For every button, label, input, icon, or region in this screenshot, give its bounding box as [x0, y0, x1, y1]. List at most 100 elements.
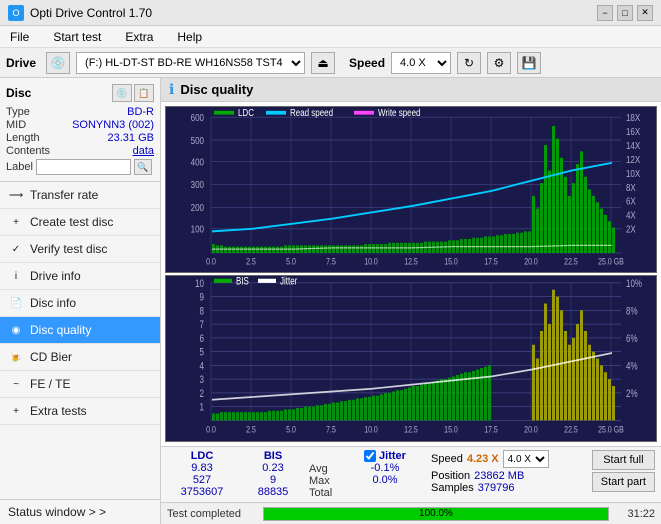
max-jitter: 0.0% [372, 474, 397, 486]
disc-section: Disc 💿 📋 Type BD-R MID SONYNN3 (002) Len… [0, 78, 160, 182]
disc-label-label: Label [6, 161, 33, 173]
svg-text:300: 300 [191, 179, 204, 190]
position-value: 23862 MB [474, 470, 524, 482]
svg-text:4: 4 [200, 360, 205, 373]
svg-text:400: 400 [191, 156, 204, 167]
svg-text:600: 600 [191, 112, 204, 123]
disc-info-icon: 📄 [8, 295, 24, 311]
speed-select[interactable]: 4.0 X [503, 450, 549, 468]
svg-text:12.5: 12.5 [404, 424, 418, 435]
svg-text:BIS: BIS [236, 276, 249, 288]
extra-tests-icon: + [8, 403, 24, 419]
total-ldc: 3753607 [181, 486, 224, 498]
disc-contents-value[interactable]: data [133, 145, 154, 157]
sidebar-item-create-test-disc[interactable]: + Create test disc [0, 209, 160, 236]
drive-info-icon: i [8, 268, 24, 284]
start-part-button[interactable]: Start part [592, 472, 655, 492]
disc-icon-btn-2[interactable]: 📋 [134, 84, 154, 102]
sidebar-item-label: Drive info [30, 269, 81, 283]
disc-mid-row: MID SONYNN3 (002) [6, 119, 154, 131]
svg-text:22.5: 22.5 [564, 424, 578, 435]
svg-text:LDC: LDC [238, 107, 254, 118]
svg-text:4X: 4X [626, 210, 636, 221]
speed-value: 4.23 X [467, 453, 499, 465]
avg-jitter: -0.1% [371, 462, 400, 474]
sidebar-item-drive-info[interactable]: i Drive info [0, 263, 160, 290]
sidebar-item-label: FE / TE [30, 377, 70, 391]
sidebar-item-transfer-rate[interactable]: ⟶ Transfer rate [0, 182, 160, 209]
eject-button[interactable]: ⏏ [311, 52, 335, 74]
disc-type-row: Type BD-R [6, 106, 154, 118]
disc-label-input[interactable] [36, 159, 131, 175]
sidebar-item-disc-info[interactable]: 📄 Disc info [0, 290, 160, 317]
disc-mid-label: MID [6, 119, 26, 131]
svg-text:15.0: 15.0 [444, 257, 458, 267]
title-bar-left: O Opti Drive Control 1.70 [8, 5, 152, 21]
disc-quality-icon: ◉ [8, 322, 24, 338]
disc-length-value: 23.31 GB [108, 132, 154, 144]
stats-row: LDC 9.83 527 3753607 BIS 0.23 9 88835 Av… [161, 446, 661, 502]
bis-header: BIS [264, 450, 282, 462]
sidebar-item-label: Extra tests [30, 404, 87, 418]
disc-type-label: Type [6, 106, 30, 118]
svg-text:5.0: 5.0 [286, 424, 296, 435]
maximize-button[interactable]: □ [617, 5, 633, 21]
refresh-button[interactable]: ↻ [457, 52, 481, 74]
sidebar-item-extra-tests[interactable]: + Extra tests [0, 398, 160, 425]
charts-area: 600 500 400 300 200 100 18X 16X 14X 12X … [161, 102, 661, 446]
sidebar-item-verify-test-disc[interactable]: ✓ Verify test disc [0, 236, 160, 263]
svg-text:7: 7 [200, 319, 204, 332]
svg-text:2: 2 [200, 388, 204, 401]
sidebar-item-label: Create test disc [30, 215, 113, 229]
time-text: 31:22 [615, 508, 655, 520]
position-label: Position [431, 470, 470, 482]
close-button[interactable]: ✕ [637, 5, 653, 21]
disc-contents-label: Contents [6, 145, 50, 157]
menu-file[interactable]: File [4, 28, 35, 46]
status-window-button[interactable]: Status window > > [0, 499, 160, 524]
disc-label-btn[interactable]: 🔍 [134, 159, 152, 175]
bis-chart-svg: 10 9 8 7 6 5 4 3 2 1 10% 8% 6% 4% 2% [166, 276, 656, 441]
svg-text:20.0: 20.0 [524, 424, 538, 435]
max-label: Max [309, 475, 330, 487]
menu-extra[interactable]: Extra [119, 28, 159, 46]
menu-start-test[interactable]: Start test [47, 28, 107, 46]
save-button[interactable]: 💾 [517, 52, 541, 74]
svg-text:10.0: 10.0 [364, 257, 378, 267]
drive-icon-button[interactable]: 💿 [46, 52, 70, 74]
content-header-title: Disc quality [180, 82, 253, 97]
svg-text:6X: 6X [626, 196, 636, 207]
svg-text:10.0: 10.0 [364, 424, 378, 435]
progress-label: 100.0% [264, 508, 608, 520]
sidebar-item-disc-quality[interactable]: ◉ Disc quality [0, 317, 160, 344]
sidebar-item-cd-bier[interactable]: 🍺 CD Bier [0, 344, 160, 371]
disc-icon-btn-1[interactable]: 💿 [112, 84, 132, 102]
settings-button[interactable]: ⚙ [487, 52, 511, 74]
svg-text:7.5: 7.5 [326, 257, 336, 267]
nav-spacer [0, 425, 160, 499]
ldc-chart-svg: 600 500 400 300 200 100 18X 16X 14X 12X … [166, 107, 656, 272]
sidebar-item-fe-te[interactable]: ~ FE / TE [0, 371, 160, 398]
menu-help[interactable]: Help [171, 28, 208, 46]
start-full-button[interactable]: Start full [592, 450, 655, 470]
fe-te-icon: ~ [8, 376, 24, 392]
avg-label: Avg [309, 463, 328, 475]
jitter-checkbox[interactable] [364, 450, 376, 462]
minimize-button[interactable]: − [597, 5, 613, 21]
svg-text:500: 500 [191, 135, 204, 146]
svg-text:12.5: 12.5 [404, 257, 418, 267]
speed-select[interactable]: 4.0 X [391, 52, 451, 74]
jitter-checkbox-row[interactable]: Jitter [364, 450, 406, 462]
svg-text:Jitter: Jitter [280, 276, 298, 288]
svg-text:200: 200 [191, 202, 204, 213]
svg-text:0.0: 0.0 [206, 257, 216, 267]
disc-type-value: BD-R [127, 106, 154, 118]
svg-text:8: 8 [200, 305, 204, 318]
drive-select[interactable]: (F:) HL-DT-ST BD-RE WH16NS58 TST4 [76, 52, 305, 74]
samples-value: 379796 [478, 482, 515, 494]
svg-text:4%: 4% [626, 360, 638, 373]
drive-label: Drive [6, 56, 36, 70]
sidebar-item-label: CD Bier [30, 350, 72, 364]
svg-text:6: 6 [200, 333, 204, 346]
sidebar-item-label: Transfer rate [30, 188, 98, 202]
